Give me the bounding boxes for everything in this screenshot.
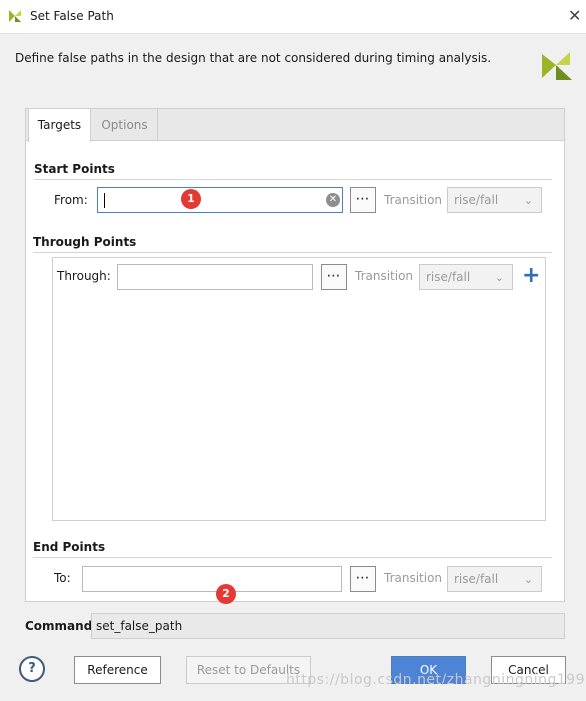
- section-divider: [33, 252, 552, 253]
- annotation-badge-1: 1: [181, 189, 201, 209]
- from-transition-value: rise/fall: [454, 193, 499, 207]
- to-transition-select[interactable]: rise/fall ⌄: [447, 566, 542, 592]
- to-input[interactable]: [82, 566, 342, 592]
- description-text: Define false paths in the design that ar…: [15, 51, 492, 65]
- to-transition-label: Transition: [384, 571, 443, 585]
- tab-options[interactable]: Options: [92, 109, 158, 141]
- from-browse-button[interactable]: ⋯: [350, 187, 376, 213]
- annotation-badge-2: 2: [216, 584, 236, 604]
- command-field: set_false_path: [91, 613, 565, 639]
- help-icon[interactable]: ?: [19, 656, 45, 682]
- from-input[interactable]: ✕: [97, 187, 343, 213]
- to-label: To:: [54, 571, 71, 585]
- watermark-text: https://blog.csdn.net/zhangningning1996: [286, 672, 586, 688]
- description-area: Define false paths in the design that ar…: [0, 35, 586, 101]
- section-divider: [34, 179, 552, 180]
- through-transition-value: rise/fall: [426, 270, 471, 284]
- vivado-logo-icon: [542, 52, 572, 80]
- reference-button[interactable]: Reference: [74, 656, 161, 684]
- tab-targets[interactable]: Targets: [28, 109, 91, 142]
- through-transition-label: Transition: [355, 269, 414, 283]
- close-icon[interactable]: ✕: [568, 6, 581, 25]
- text-caret: [104, 193, 105, 208]
- command-label: Command:: [25, 619, 98, 633]
- from-transition-select[interactable]: rise/fall ⌄: [447, 187, 542, 213]
- start-points-title: Start Points: [34, 162, 115, 176]
- chevron-down-icon: ⌄: [523, 573, 533, 586]
- to-transition-value: rise/fall: [454, 572, 499, 586]
- clear-icon[interactable]: ✕: [326, 193, 340, 207]
- from-label: From:: [54, 193, 88, 207]
- targets-panel: Targets Options Start Points From: ✕ ⋯ T…: [25, 108, 565, 602]
- plus-icon[interactable]: +: [522, 265, 540, 287]
- through-label: Through:: [57, 269, 111, 283]
- to-browse-button[interactable]: ⋯: [350, 566, 376, 592]
- end-points-title: End Points: [33, 540, 106, 554]
- through-points-title: Through Points: [33, 235, 137, 249]
- through-browse-button[interactable]: ⋯: [321, 264, 347, 290]
- title-bar: Set False Path ✕: [0, 0, 586, 34]
- through-transition-select[interactable]: rise/fall ⌄: [419, 264, 513, 290]
- through-input[interactable]: [117, 264, 313, 290]
- through-points-list: Through: ⋯ Transition rise/fall ⌄ +: [52, 257, 546, 521]
- window-title: Set False Path: [30, 9, 114, 23]
- tab-bar: Targets Options: [26, 109, 564, 142]
- chevron-down-icon: ⌄: [523, 194, 533, 207]
- from-transition-label: Transition: [384, 193, 443, 207]
- chevron-down-icon: ⌄: [494, 271, 504, 284]
- vivado-logo-icon: [9, 10, 21, 22]
- section-divider: [33, 557, 552, 558]
